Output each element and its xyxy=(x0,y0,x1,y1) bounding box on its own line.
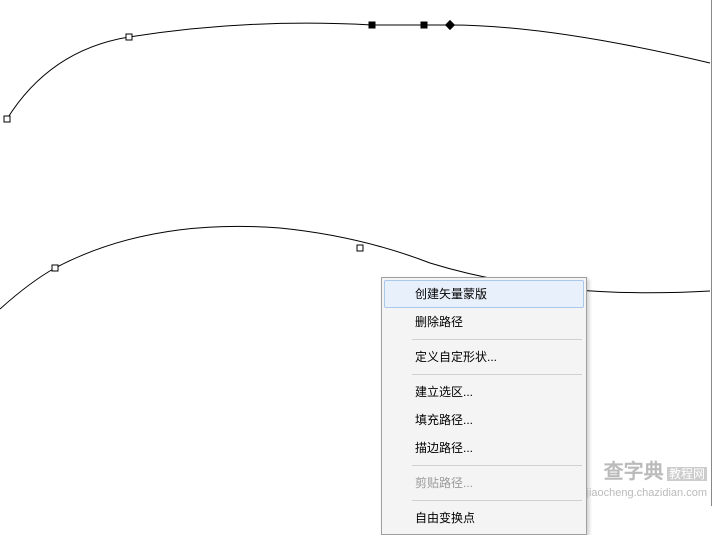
anchor-point-selected[interactable] xyxy=(421,22,428,29)
menu-item-stroke-path[interactable]: 描边路径... xyxy=(384,434,584,462)
anchor-point[interactable] xyxy=(52,265,59,272)
menu-item-make-selection[interactable]: 建立选区... xyxy=(384,378,584,406)
menu-separator xyxy=(412,374,582,375)
menu-separator xyxy=(412,500,582,501)
anchor-direction-point[interactable] xyxy=(445,20,455,30)
menu-item-fill-path[interactable]: 填充路径... xyxy=(384,406,584,434)
menu-separator xyxy=(412,465,582,466)
watermark-section: 教程网 xyxy=(667,467,707,481)
watermark-url: jiaocheng.chazidian.com xyxy=(587,486,707,501)
vector-path-canvas[interactable] xyxy=(0,0,712,506)
menu-item-delete-path[interactable]: 删除路径 xyxy=(384,308,584,336)
watermark-brand: 查字典 xyxy=(604,461,664,483)
anchor-point[interactable] xyxy=(357,245,364,252)
menu-item-create-vector-mask[interactable]: 创建矢量蒙版 xyxy=(384,280,584,308)
menu-item-define-custom-shape[interactable]: 定义自定形状... xyxy=(384,343,584,371)
menu-item-free-transform-points[interactable]: 自由变换点 xyxy=(384,504,584,532)
menu-item-clipping-path: 剪贴路径... xyxy=(384,469,584,497)
lower-path-curve[interactable] xyxy=(0,226,710,309)
upper-path-curve[interactable] xyxy=(7,23,710,119)
watermark: 查字典 教程网 jiaocheng.chazidian.com xyxy=(587,458,707,501)
anchor-point[interactable] xyxy=(4,116,11,123)
menu-separator xyxy=(412,339,582,340)
anchor-point[interactable] xyxy=(126,34,133,41)
anchor-point-selected[interactable] xyxy=(369,22,376,29)
path-context-menu: 创建矢量蒙版 删除路径 定义自定形状... 建立选区... 填充路径... 描边… xyxy=(381,277,587,535)
